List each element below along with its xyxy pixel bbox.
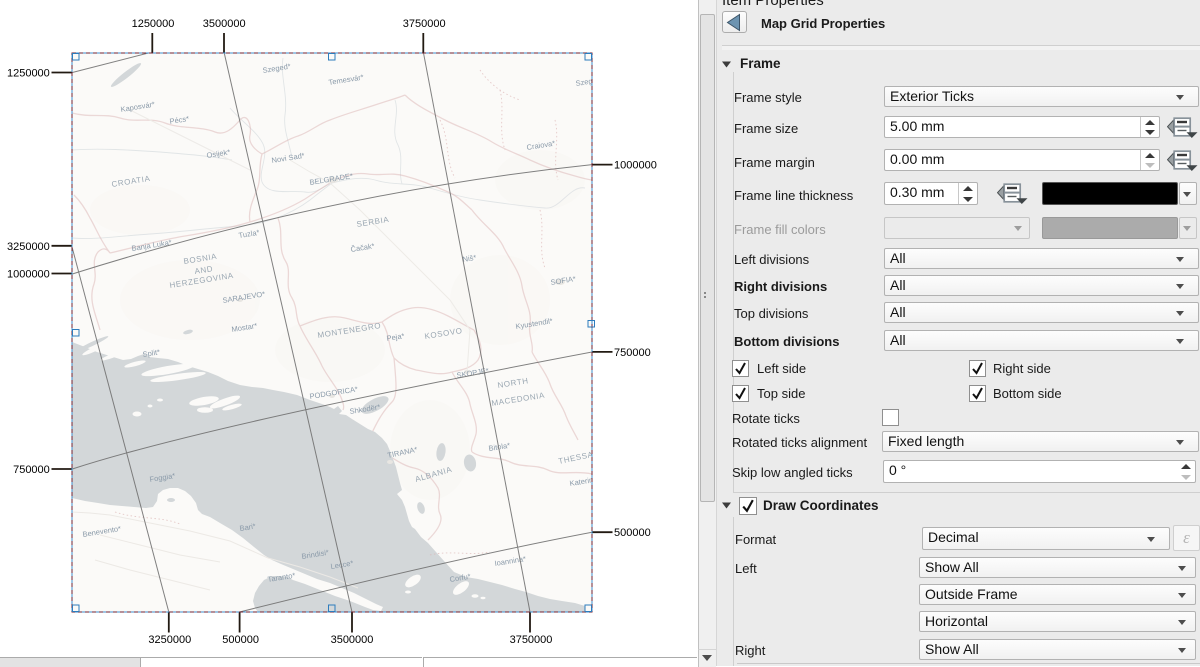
svg-text:1000000: 1000000 xyxy=(614,160,657,172)
svg-text:500000: 500000 xyxy=(614,527,651,539)
svg-text:1250000: 1250000 xyxy=(7,68,50,80)
svg-text:3250000: 3250000 xyxy=(148,634,191,646)
svg-text:750000: 750000 xyxy=(13,464,50,476)
svg-text:3750000: 3750000 xyxy=(510,634,553,646)
svg-text:1250000: 1250000 xyxy=(132,18,175,30)
svg-text:3250000: 3250000 xyxy=(7,241,50,253)
svg-text:1000000: 1000000 xyxy=(7,269,50,281)
svg-text:750000: 750000 xyxy=(614,347,651,359)
svg-text:500000: 500000 xyxy=(222,634,259,646)
svg-text:3750000: 3750000 xyxy=(403,18,446,30)
svg-text:3500000: 3500000 xyxy=(331,634,374,646)
svg-text:3500000: 3500000 xyxy=(203,18,246,30)
